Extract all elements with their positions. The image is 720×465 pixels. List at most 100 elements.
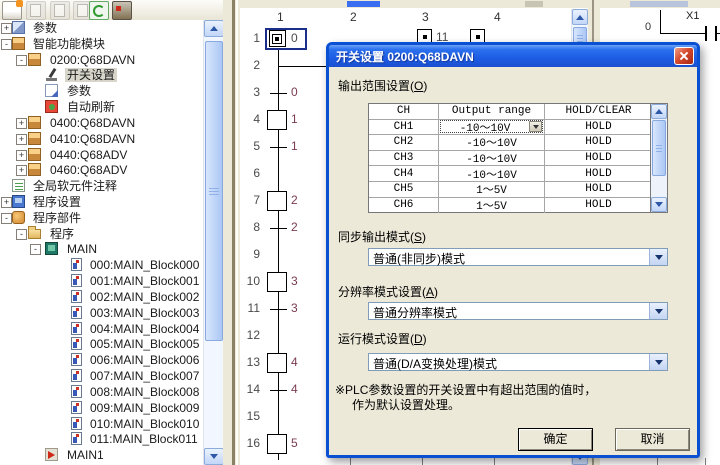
tree-item-label[interactable]: 0200:Q68DAVN — [48, 53, 137, 67]
tree-item[interactable]: -MAIN — [0, 241, 203, 257]
sfc-step[interactable] — [267, 272, 287, 292]
scroll-up-icon[interactable] — [572, 9, 588, 25]
sfc-step[interactable] — [267, 191, 287, 211]
collapse-icon[interactable]: - — [16, 55, 27, 66]
refresh-icon[interactable] — [89, 1, 109, 20]
scroll-down-icon[interactable] — [204, 448, 224, 465]
scroll-down-icon[interactable] — [651, 197, 667, 212]
sfc-step[interactable] — [267, 110, 287, 130]
tree-item-label[interactable]: 003:MAIN_Block003 — [88, 306, 201, 320]
tree-item-label[interactable]: 0400:Q68DAVN — [48, 116, 137, 130]
tree-item[interactable]: + 参数 — [0, 20, 203, 36]
tree-item[interactable]: 000:MAIN_Block000 — [0, 257, 203, 273]
tree-item[interactable]: MAIN1 — [0, 447, 203, 463]
hold-clear-cell[interactable]: HOLD — [545, 166, 652, 181]
expand-icon[interactable]: + — [16, 165, 27, 176]
tree-item-label[interactable]: 009:MAIN_Block009 — [88, 401, 201, 415]
tree-item[interactable]: 007:MAIN_Block007 — [0, 368, 203, 384]
collapse-icon[interactable]: - — [1, 39, 12, 50]
tree-item[interactable]: - 0200:Q68DAVN — [0, 52, 203, 68]
tree-item[interactable]: 008:MAIN_Block008 — [0, 384, 203, 400]
table-row[interactable]: CH61～5VHOLD — [369, 198, 667, 214]
hold-clear-cell[interactable]: HOLD — [545, 198, 652, 214]
sfc-step[interactable] — [267, 434, 287, 454]
tree-item[interactable]: 自动刷新 — [0, 99, 203, 115]
hold-clear-cell[interactable]: HOLD — [545, 151, 652, 166]
collapse-icon[interactable]: - — [1, 213, 12, 224]
tree-item-label[interactable]: MAIN1 — [65, 448, 106, 462]
tree-item-label[interactable]: 0460:Q68ADV — [48, 163, 129, 177]
output-range-cell[interactable]: 1～5V — [439, 198, 545, 214]
tree-item[interactable]: +0410:Q68DAVN — [0, 131, 203, 147]
tree-item[interactable]: - 程序部件 — [0, 210, 203, 226]
cancel-button[interactable]: 取消 — [615, 428, 690, 451]
hold-clear-cell[interactable]: HOLD — [545, 135, 652, 150]
output-range-table[interactable]: CHOutput rangeHOLD/CLEARCH1-10～10VHOLDCH… — [368, 103, 668, 213]
output-range-cell[interactable]: -10～10V — [439, 151, 545, 166]
tree-scrollbar-thumb[interactable] — [205, 41, 223, 341]
copy-icon[interactable] — [26, 1, 46, 20]
tree-item-label[interactable]: 自动刷新 — [65, 100, 117, 114]
tree-item[interactable]: 011:MAIN_Block011 — [0, 431, 203, 447]
expand-icon[interactable]: + — [1, 23, 12, 34]
table-row[interactable]: CH4-10～10VHOLD — [369, 166, 667, 182]
tree-item[interactable]: 002:MAIN_Block002 — [0, 289, 203, 305]
tree-item-label[interactable]: 开关设置 — [65, 68, 117, 82]
tree-item[interactable]: 006:MAIN_Block006 — [0, 352, 203, 368]
tree-item-label[interactable]: 0410:Q68DAVN — [48, 132, 137, 146]
tree-item-label[interactable]: 0440:Q68ADV — [48, 148, 129, 162]
tree-scrollbar[interactable] — [203, 20, 224, 465]
contact-icon[interactable] — [705, 26, 707, 41]
paste-icon[interactable] — [50, 1, 70, 20]
tree-item[interactable]: +0460:Q68ADV — [0, 162, 203, 178]
chevron-down-icon[interactable] — [649, 354, 667, 370]
tree-item[interactable]: 开关设置 — [0, 67, 203, 83]
tree-item-label[interactable]: 参数 — [31, 21, 59, 35]
tree-item[interactable]: - 智能功能模块 — [0, 36, 203, 52]
table-row[interactable]: CH51～5VHOLD — [369, 182, 667, 198]
tree-item-label[interactable]: 010:MAIN_Block010 — [88, 417, 201, 431]
hold-clear-cell[interactable]: HOLD — [545, 120, 652, 135]
tree-item-label[interactable]: 006:MAIN_Block006 — [88, 353, 201, 367]
tree-item[interactable]: 003:MAIN_Block003 — [0, 305, 203, 321]
tree-item[interactable]: 参数 — [0, 83, 203, 99]
tree-item[interactable]: +0400:Q68DAVN — [0, 115, 203, 131]
tree-item[interactable]: 全局软元件注释 — [0, 178, 203, 194]
tree-item-label[interactable]: 全局软元件注释 — [31, 179, 119, 193]
chevron-down-icon[interactable] — [649, 249, 667, 265]
sfc-transition[interactable] — [270, 228, 287, 229]
output-range-cell[interactable]: 1～5V — [439, 182, 545, 197]
tree-item-label[interactable]: 008:MAIN_Block008 — [88, 385, 201, 399]
table-scrollbar-thumb[interactable] — [652, 120, 666, 176]
resolution-combo[interactable]: 普通分辨率模式 — [368, 302, 668, 320]
operation-mode-combo[interactable]: 普通(D/A变换处理)模式 — [368, 353, 668, 371]
tree-item-label[interactable]: 005:MAIN_Block005 — [88, 337, 201, 351]
output-range-combo[interactable]: -10～10V — [440, 120, 543, 133]
tree-item-label[interactable]: 011:MAIN_Block011 — [88, 432, 200, 446]
tree-item-label[interactable]: 007:MAIN_Block007 — [88, 369, 201, 383]
module-icon[interactable] — [112, 1, 132, 20]
tree-item-label[interactable]: 004:MAIN_Block004 — [88, 322, 201, 336]
dialog-title-bar[interactable]: 开关设置 0200:Q68DAVN — [329, 45, 697, 67]
hold-clear-cell[interactable]: HOLD — [545, 182, 652, 197]
tree-item-label[interactable]: 程序设置 — [31, 195, 83, 209]
tree-item[interactable]: 001:MAIN_Block001 — [0, 273, 203, 289]
table-scrollbar[interactable] — [650, 104, 667, 212]
tree-item[interactable]: - 程序 — [0, 226, 203, 242]
collapse-icon[interactable]: - — [16, 229, 27, 240]
ok-button[interactable]: 确定 — [518, 428, 593, 451]
chevron-down-icon[interactable] — [529, 121, 542, 132]
scroll-up-icon[interactable] — [204, 20, 224, 37]
tree-item-label[interactable]: MAIN — [65, 242, 99, 256]
sfc-transition[interactable] — [270, 390, 287, 391]
expand-icon[interactable]: + — [16, 134, 27, 145]
tree-item-label[interactable]: 智能功能模块 — [31, 37, 107, 51]
tree-item-label[interactable]: 参数 — [65, 84, 93, 98]
output-range-cell[interactable]: -10～10V — [439, 166, 545, 181]
contact-icon[interactable] — [715, 26, 717, 41]
tree-item-label[interactable]: 程序 — [48, 227, 76, 241]
tree-item-label[interactable]: 002:MAIN_Block002 — [88, 290, 201, 304]
tree-item-label[interactable]: 程序部件 — [31, 211, 83, 225]
new-project-icon[interactable] — [2, 1, 22, 20]
sfc-transition[interactable] — [270, 93, 287, 94]
